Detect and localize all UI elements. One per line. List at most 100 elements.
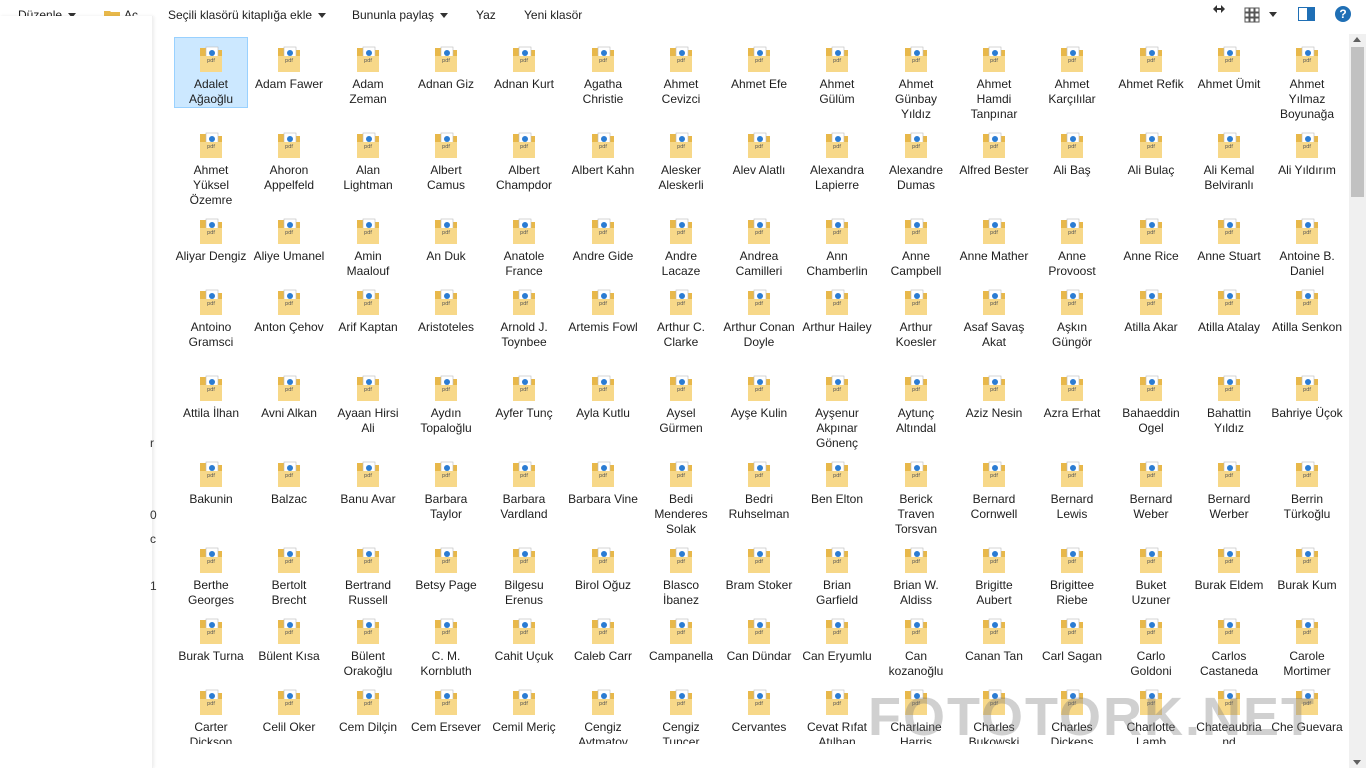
folder-item[interactable]: pdf Bernard Lewis bbox=[1035, 452, 1109, 523]
folder-item[interactable]: pdf Adnan Kurt bbox=[487, 37, 561, 93]
folder-item[interactable]: pdf Cemil Meriç bbox=[487, 680, 561, 736]
folder-item[interactable]: pdf Anne Rice bbox=[1114, 209, 1188, 265]
navigation-pane[interactable] bbox=[0, 16, 153, 768]
folder-item[interactable]: pdf Burak Kum bbox=[1270, 538, 1344, 594]
folder-item[interactable]: pdf Ahmet Cevizci bbox=[644, 37, 718, 108]
folder-item[interactable]: pdf Asaf Savaş Akat bbox=[957, 280, 1031, 351]
folder-item[interactable]: pdf Ben Elton bbox=[800, 452, 874, 508]
folder-item[interactable]: pdf Burak Eldem bbox=[1192, 538, 1266, 594]
folder-item[interactable]: pdf Arthur Conan Doyle bbox=[722, 280, 796, 351]
folder-item[interactable]: pdf Albert Kahn bbox=[566, 123, 640, 179]
share-with-menu[interactable]: Bununla paylaş bbox=[352, 8, 449, 22]
folder-item[interactable]: pdf Cengiz Tuncer bbox=[644, 680, 718, 744]
folder-item[interactable]: pdf Ann Chamberlin bbox=[800, 209, 874, 280]
add-to-library-menu[interactable]: Seçili klasörü kitaplığa ekle bbox=[168, 8, 327, 22]
folder-item[interactable]: pdf Celil Oker bbox=[252, 680, 326, 736]
folder-item[interactable]: pdf Carl Sagan bbox=[1035, 609, 1109, 665]
folder-item[interactable]: pdf Avni Alkan bbox=[252, 366, 326, 422]
folder-item[interactable]: pdf Adam Fawer bbox=[252, 37, 326, 93]
folder-item[interactable]: pdf Banu Avar bbox=[331, 452, 405, 508]
folder-item[interactable]: pdf Barbara Vardland bbox=[487, 452, 561, 523]
folder-item[interactable]: pdf Ahmet Günbay Yıldız bbox=[879, 37, 953, 123]
folder-item[interactable]: pdf Azra Erhat bbox=[1035, 366, 1109, 422]
scrollbar-thumb[interactable] bbox=[1351, 47, 1364, 197]
folder-item[interactable]: pdf Bahattin Yıldız bbox=[1192, 366, 1266, 437]
folder-item[interactable]: pdf Arif Kaptan bbox=[331, 280, 405, 336]
folder-item[interactable]: pdf Ali Yıldırım bbox=[1270, 123, 1344, 179]
folder-item[interactable]: pdf Atilla Atalay bbox=[1192, 280, 1266, 336]
resize-arrows-icon[interactable] bbox=[1212, 3, 1226, 15]
folder-item[interactable]: pdf Antoine B. Daniel bbox=[1270, 209, 1344, 280]
folder-item[interactable]: pdf Ahmet Ümit bbox=[1192, 37, 1266, 93]
folder-item[interactable]: pdf Bedri Ruhselman bbox=[722, 452, 796, 523]
folder-item[interactable]: pdf Burak Turna bbox=[174, 609, 248, 665]
folder-item[interactable]: pdf C. M. Kornbluth bbox=[409, 609, 483, 680]
folder-item[interactable]: pdf Blasco İbanez bbox=[644, 538, 718, 609]
folder-item[interactable]: pdf Aşkın Güngör bbox=[1035, 280, 1109, 351]
folder-item[interactable]: pdf Bernard Cornwell bbox=[957, 452, 1031, 523]
folder-item[interactable]: pdf Andrea Camilleri bbox=[722, 209, 796, 280]
folder-item[interactable]: pdf Charles Dickens bbox=[1035, 680, 1109, 744]
folder-item[interactable]: pdf Adalet Ağaoğlu bbox=[174, 37, 248, 108]
folder-item[interactable]: pdf Ali Baş bbox=[1035, 123, 1109, 179]
preview-pane-icon[interactable] bbox=[1298, 7, 1315, 22]
folder-item[interactable]: pdf Arthur Hailey bbox=[800, 280, 874, 336]
folder-item[interactable]: pdf Barbara Taylor bbox=[409, 452, 483, 523]
folder-item[interactable]: pdf Can Dündar bbox=[722, 609, 796, 665]
folder-item[interactable]: pdf Ali Kemal Belviranlı bbox=[1192, 123, 1266, 194]
folder-item[interactable]: pdf Anatole France bbox=[487, 209, 561, 280]
folder-item[interactable]: pdf Can kozanoğlu bbox=[879, 609, 953, 680]
folder-item[interactable]: pdf Anne Campbell bbox=[879, 209, 953, 280]
folder-item[interactable]: pdf Brigitte Aubert bbox=[957, 538, 1031, 609]
folder-item[interactable]: pdf Birol Oğuz bbox=[566, 538, 640, 594]
folder-item[interactable]: pdf Albert Champdor bbox=[487, 123, 561, 194]
folder-item[interactable]: pdf Caleb Carr bbox=[566, 609, 640, 665]
folder-item[interactable]: pdf Aliye Umanel bbox=[252, 209, 326, 265]
folder-item[interactable]: pdf Agatha Christie bbox=[566, 37, 640, 108]
folder-item[interactable]: pdf An Duk bbox=[409, 209, 483, 265]
folder-item[interactable]: pdf Aziz Nesin bbox=[957, 366, 1031, 422]
folder-item[interactable]: pdf Brian Garfield bbox=[800, 538, 874, 609]
folder-item[interactable]: pdf Cahit Uçuk bbox=[487, 609, 561, 665]
folder-item[interactable]: pdf Alesker Aleskerli bbox=[644, 123, 718, 194]
folder-item[interactable]: pdf Aydın Topaloğlu bbox=[409, 366, 483, 437]
folder-item[interactable]: pdf Betsy Page bbox=[409, 538, 483, 594]
folder-item[interactable]: pdf Bahriye Üçok bbox=[1270, 366, 1344, 422]
folder-item[interactable]: pdf Berick Traven Torsvan bbox=[879, 452, 953, 538]
folder-item[interactable]: pdf Andre Gide bbox=[566, 209, 640, 265]
folder-item[interactable]: pdf Alev Alatlı bbox=[722, 123, 796, 179]
folder-item[interactable]: pdf Ahoron Appelfeld bbox=[252, 123, 326, 194]
folder-item[interactable]: pdf Carlo Goldoni bbox=[1114, 609, 1188, 680]
folder-item[interactable]: pdf Antoino Gramsci bbox=[174, 280, 248, 351]
folder-item[interactable]: pdf Amin Maalouf bbox=[331, 209, 405, 280]
folder-item[interactable]: pdf Chateaubriand bbox=[1192, 680, 1266, 744]
folder-item[interactable]: pdf Carlos Castaneda bbox=[1192, 609, 1266, 680]
folder-item[interactable]: pdf Ahmet Yüksel Özemre bbox=[174, 123, 248, 209]
folder-item[interactable]: pdf Carter Dickson bbox=[174, 680, 248, 744]
folder-item[interactable]: pdf Bernard Werber bbox=[1192, 452, 1266, 523]
folder-item[interactable]: pdf Campanella bbox=[644, 609, 718, 665]
view-options-button[interactable] bbox=[1244, 7, 1278, 26]
folder-item[interactable]: pdf Canan Tan bbox=[957, 609, 1031, 665]
folder-item[interactable]: pdf Bülent Orakoğlu bbox=[331, 609, 405, 680]
folder-item[interactable]: pdf Ahmet Gülüm bbox=[800, 37, 874, 108]
folder-item[interactable]: pdf Ahmet Hamdi Tanpınar bbox=[957, 37, 1031, 123]
folder-item[interactable]: pdf Can Eryumlu bbox=[800, 609, 874, 665]
folder-item[interactable]: pdf Ayaan Hirsi Ali bbox=[331, 366, 405, 437]
folder-item[interactable]: pdf Adam Zeman bbox=[331, 37, 405, 108]
folder-item[interactable]: pdf Aristoteles bbox=[409, 280, 483, 336]
folder-item[interactable]: pdf Alan Lightman bbox=[331, 123, 405, 194]
folder-item[interactable]: pdf Andre Lacaze bbox=[644, 209, 718, 280]
folder-item[interactable]: pdf Aytunç Altındal bbox=[879, 366, 953, 437]
folder-item[interactable]: pdf Bertolt Brecht bbox=[252, 538, 326, 609]
folder-item[interactable]: pdf Attila İlhan bbox=[174, 366, 248, 422]
folder-item[interactable]: pdf Balzac bbox=[252, 452, 326, 508]
folder-item[interactable]: pdf Anne Stuart bbox=[1192, 209, 1266, 265]
folder-item[interactable]: pdf Bakunin bbox=[174, 452, 248, 508]
folder-item[interactable]: pdf Charlotte Lamb bbox=[1114, 680, 1188, 744]
folder-item[interactable]: pdf Arthur Koesler bbox=[879, 280, 953, 351]
folder-item[interactable]: pdf Ahmet Karçılılar bbox=[1035, 37, 1109, 108]
folder-item[interactable]: pdf Atilla Akar bbox=[1114, 280, 1188, 336]
folder-item[interactable]: pdf Ayşenur Akpınar Gönenç bbox=[800, 366, 874, 452]
folder-item[interactable]: pdf Charlaine Harris bbox=[879, 680, 953, 744]
